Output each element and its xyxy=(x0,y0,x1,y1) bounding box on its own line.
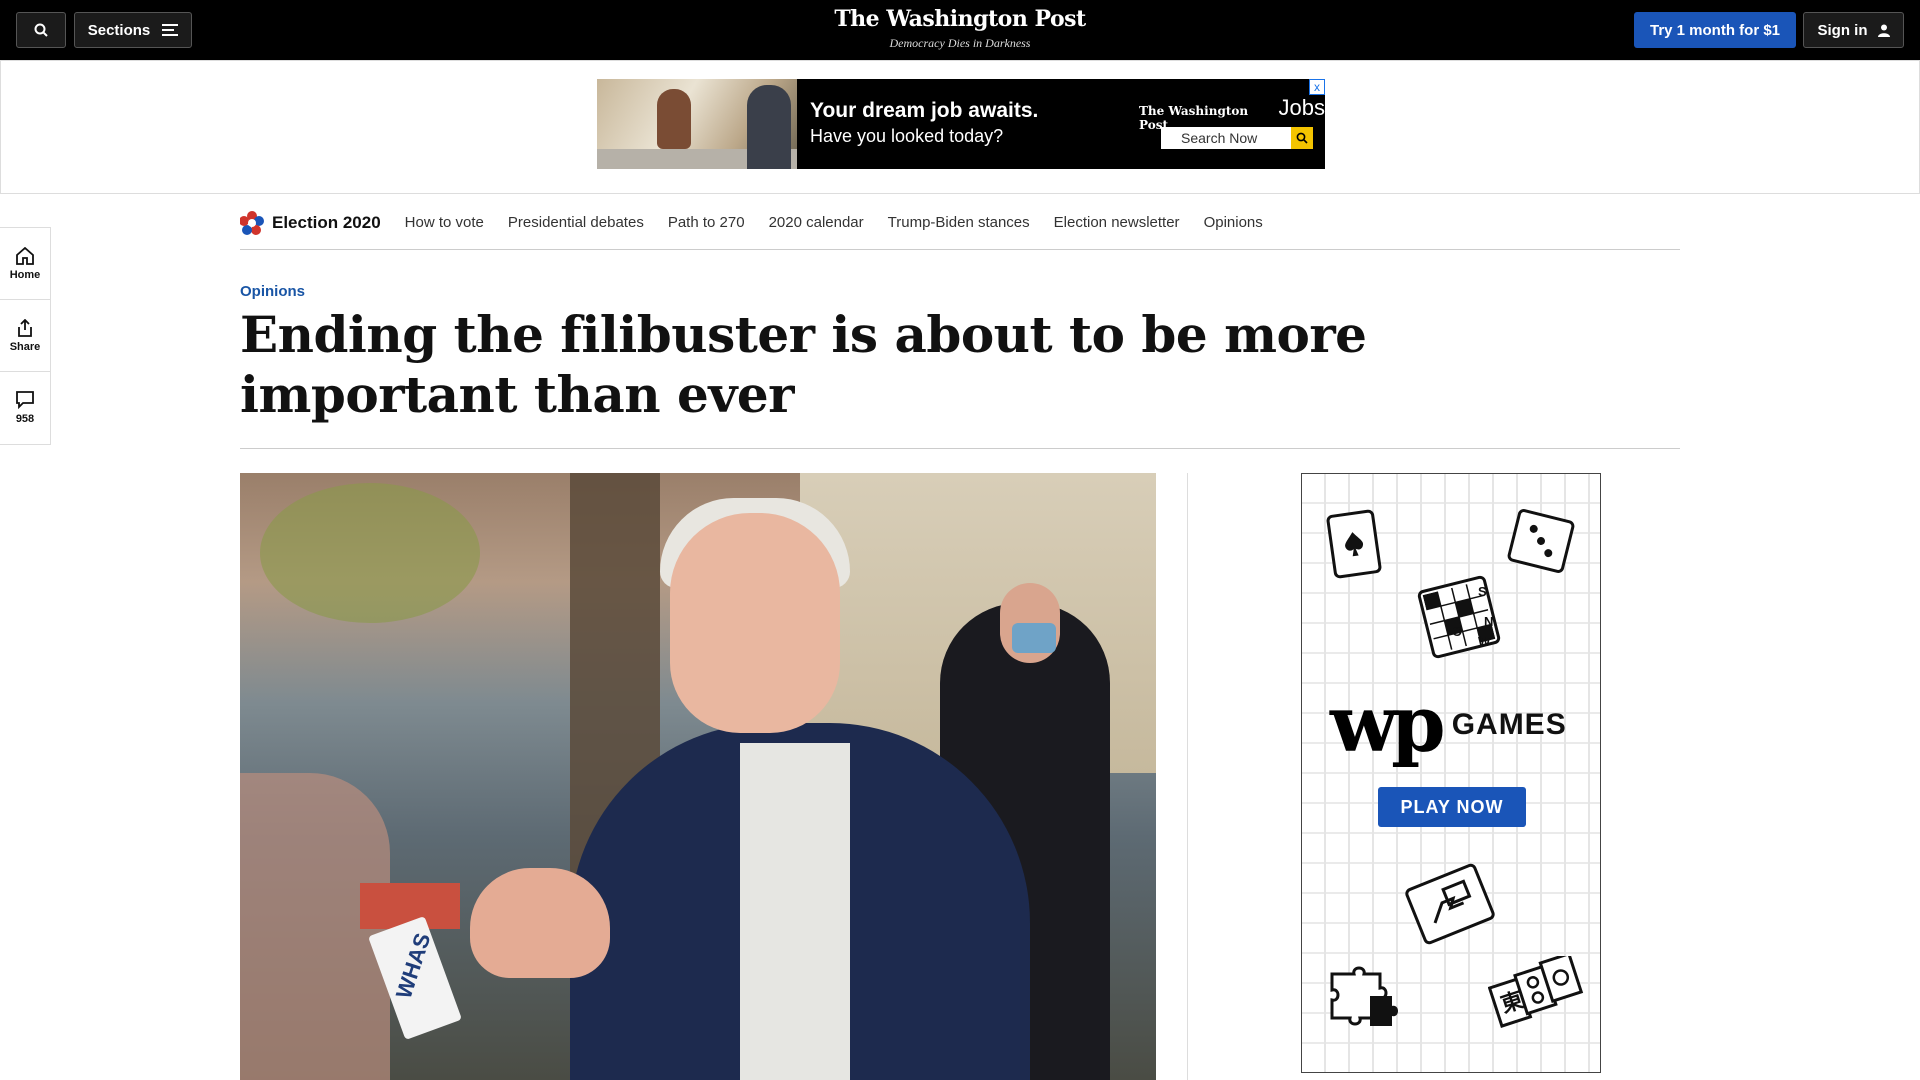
masthead-tagline: Democracy Dies in Darkness xyxy=(889,36,1031,50)
election-star-icon xyxy=(240,210,264,235)
nav-link-presidential-debates[interactable]: Presidential debates xyxy=(508,214,644,231)
home-rail-button[interactable]: Home xyxy=(0,228,50,300)
masthead[interactable]: The Washington Post Democracy Dies in Da… xyxy=(760,6,1160,51)
play-now-button[interactable]: PLAY NOW xyxy=(1378,787,1526,827)
nav-link-election-newsletter[interactable]: Election newsletter xyxy=(1054,214,1180,231)
home-rail-label: Home xyxy=(9,268,41,281)
share-rail-label: Share xyxy=(9,340,41,353)
puzzle-piece-icon xyxy=(1326,966,1406,1028)
tile-letter-w: W xyxy=(1478,634,1491,649)
subscribe-button[interactable]: Try 1 month for $1 xyxy=(1634,12,1796,48)
search-button[interactable] xyxy=(16,12,66,48)
jobs-ad-search-button[interactable] xyxy=(1291,127,1313,149)
column-divider xyxy=(1187,473,1188,1080)
nav-link-trump-biden-stances[interactable]: Trump-Biden stances xyxy=(888,214,1030,231)
comments-count: 958 xyxy=(15,413,35,425)
search-icon xyxy=(34,23,48,37)
mahjong-tiles-icon: 東 xyxy=(1488,956,1584,1034)
share-icon xyxy=(18,318,32,337)
jobs-ad-brand-suffix: Jobs xyxy=(1278,95,1325,120)
wp-games-advertisement[interactable]: S O N W wp GAMES PLAY NOW 東 xyxy=(1301,473,1601,1073)
nav-link-path-to-270[interactable]: Path to 270 xyxy=(668,214,745,231)
share-rail-button[interactable]: Share xyxy=(0,300,50,372)
jobs-advertisement[interactable]: Your dream job awaits. Have you looked t… xyxy=(597,79,1325,169)
wp-games-logo: wp GAMES xyxy=(1330,679,1567,770)
article-kicker[interactable]: Opinions xyxy=(240,283,305,300)
left-action-rail: Home Share 958 xyxy=(0,227,51,445)
lead-article-photo[interactable]: WHAS xyxy=(240,473,1156,1080)
top-navigation-bar: Sections The Washington Post Democracy D… xyxy=(0,0,1920,60)
tile-letter-n: N xyxy=(1484,614,1494,629)
user-icon xyxy=(1877,24,1890,37)
nav-link-opinions[interactable]: Opinions xyxy=(1204,214,1263,231)
ad-close-button[interactable]: x xyxy=(1309,79,1325,95)
election-2020-title: Election 2020 xyxy=(272,212,381,232)
search-icon xyxy=(1296,132,1308,144)
menu-icon xyxy=(162,24,179,36)
nav-link-2020-calendar[interactable]: 2020 calendar xyxy=(769,214,864,231)
sections-label: Sections xyxy=(87,21,151,39)
jobs-ad-headline: Your dream job awaits. xyxy=(810,99,1039,122)
sign-in-button[interactable]: Sign in xyxy=(1803,12,1904,48)
sections-button[interactable]: Sections xyxy=(74,12,192,48)
jobs-ad-subline: Have you looked today? xyxy=(810,126,1004,146)
playing-card-icon xyxy=(1325,508,1383,580)
jobs-ad-text: Your dream job awaits. Have you looked t… xyxy=(810,99,1038,147)
election-2020-logo[interactable]: Election 2020 xyxy=(240,210,381,235)
article-headline: Ending the filibuster is about to be mor… xyxy=(240,305,1367,424)
games-wordmark: GAMES xyxy=(1451,707,1567,741)
jobs-ad-photo xyxy=(597,79,797,169)
comment-icon xyxy=(16,391,34,409)
comments-rail-button[interactable]: 958 xyxy=(0,372,50,444)
tile-letter-o: O xyxy=(1452,624,1463,639)
home-icon xyxy=(16,246,34,265)
election-2020-nav: Election 2020 How to vote Presidential d… xyxy=(240,196,1680,250)
washington-post-logo[interactable]: The Washington Post xyxy=(760,6,1160,32)
sign-in-label: Sign in xyxy=(1817,21,1868,39)
jobs-ad-search-field[interactable]: Search Now xyxy=(1161,127,1291,149)
advertisement-strip: Your dream job awaits. Have you looked t… xyxy=(0,60,1920,194)
headline-divider xyxy=(240,448,1680,449)
wp-logo-mark: wp xyxy=(1330,679,1446,770)
nav-link-how-to-vote[interactable]: How to vote xyxy=(405,214,484,231)
tile-letter-s: S xyxy=(1478,584,1487,599)
